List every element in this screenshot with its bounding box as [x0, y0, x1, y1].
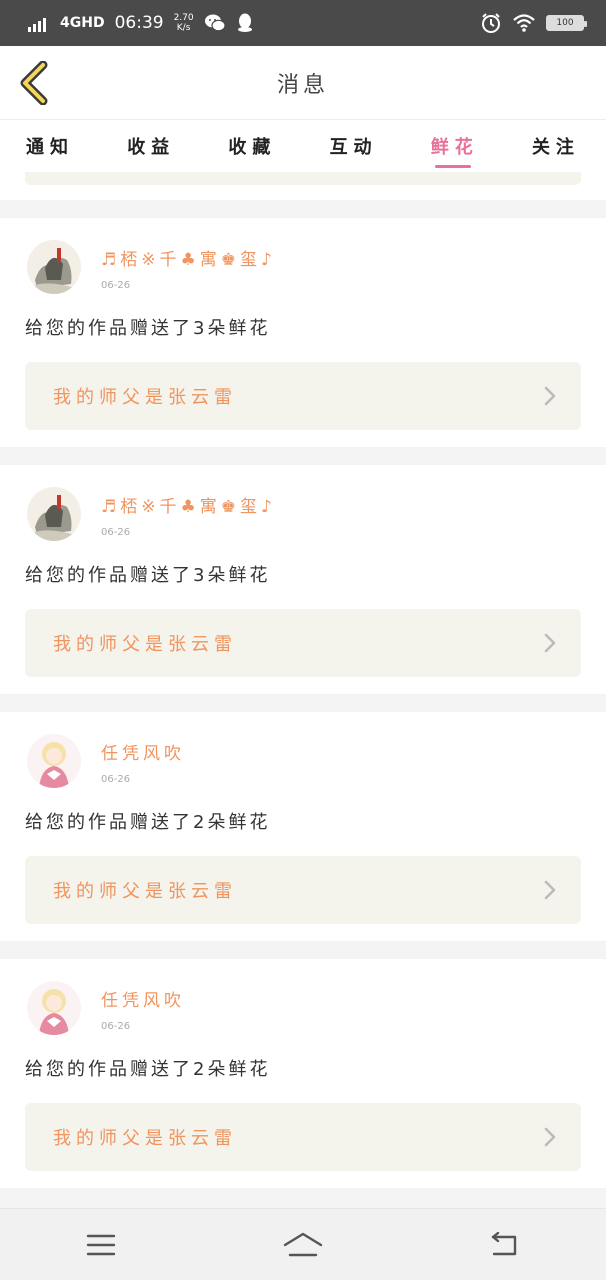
- user-row: 任凭风吹 06-26: [25, 734, 581, 794]
- chevron-right-icon: [543, 385, 557, 407]
- chevron-right-icon: [543, 879, 557, 901]
- user-row: ♬桮※千♣寓♚玺♪ 06-26: [25, 240, 581, 300]
- back-button[interactable]: [14, 60, 54, 106]
- tab-notifications[interactable]: 通知: [26, 120, 74, 172]
- work-link[interactable]: 我的师父是张云雷: [25, 362, 581, 430]
- list-item: ♬桮※千♣寓♚玺♪ 06-26 给您的作品赠送了3朵鲜花 我的师父是张云雷: [0, 218, 606, 447]
- work-link[interactable]: 我的师父是张云雷: [25, 609, 581, 677]
- status-bar-left: 4GHD 06:39 2.70 K/s: [26, 12, 254, 34]
- message-date: 06-26: [101, 280, 131, 291]
- gift-message: 给您的作品赠送了3朵鲜花: [25, 565, 271, 586]
- tab-interactions[interactable]: 互动: [330, 120, 378, 172]
- user-meta: ♬桮※千♣寓♚玺♪ 06-26: [101, 240, 276, 291]
- work-title: 我的师父是张云雷: [53, 634, 237, 655]
- chevron-left-icon: [20, 61, 48, 105]
- username[interactable]: 任凭风吹: [101, 986, 185, 1011]
- avatar[interactable]: [27, 240, 81, 294]
- home-icon: [283, 1232, 323, 1256]
- user-meta: 任凭风吹 06-26: [101, 981, 185, 1032]
- menu-icon: [86, 1234, 116, 1255]
- username[interactable]: ♬桮※千♣寓♚玺♪: [101, 492, 276, 517]
- wifi-icon: [512, 13, 536, 33]
- qq-icon: [236, 13, 254, 33]
- battery-level: 100: [556, 18, 574, 28]
- message-date: 06-26: [101, 1021, 131, 1032]
- chevron-right-icon: [543, 632, 557, 654]
- network-type: 4GHD: [60, 15, 105, 31]
- system-nav-bar: [0, 1208, 606, 1280]
- network-speed-value: 2.70: [173, 13, 194, 23]
- message-date: 06-26: [101, 774, 131, 785]
- battery-icon: 100: [546, 15, 587, 31]
- work-title: 我的师父是张云雷: [53, 387, 237, 408]
- app-header: 消息: [0, 46, 606, 120]
- tab-following[interactable]: 关注: [532, 120, 580, 172]
- network-speed: 2.70 K/s: [174, 13, 194, 33]
- user-row: ♬桮※千♣寓♚玺♪ 06-26: [25, 487, 581, 547]
- signal-icon: [26, 12, 50, 34]
- work-title: 我的师父是张云雷: [53, 1128, 237, 1149]
- work-link[interactable]: 我的师父是张云雷: [25, 1103, 581, 1171]
- back-nav-icon: [491, 1231, 517, 1255]
- tab-favorites[interactable]: 收藏: [228, 120, 276, 172]
- user-meta: 任凭风吹 06-26: [101, 734, 185, 785]
- avatar[interactable]: [27, 487, 81, 541]
- page-title: 消息: [276, 72, 329, 98]
- gift-message: 给您的作品赠送了3朵鲜花: [25, 318, 271, 339]
- avatar[interactable]: [27, 981, 81, 1035]
- chevron-right-icon: [543, 1126, 557, 1148]
- alarm-icon: [480, 12, 502, 34]
- status-bar: 4GHD 06:39 2.70 K/s 100: [0, 0, 606, 46]
- user-meta: ♬桮※千♣寓♚玺♪ 06-26: [101, 487, 276, 538]
- message-list[interactable]: ♬桮※千♣寓♚玺♪ 06-26 给您的作品赠送了3朵鲜花 我的师父是张云雷 ♬桮…: [0, 172, 606, 1208]
- home-button[interactable]: [273, 1220, 333, 1270]
- gift-message: 给您的作品赠送了2朵鲜花: [25, 812, 271, 833]
- username[interactable]: 任凭风吹: [101, 739, 185, 764]
- tab-bar: 通知 收益 收藏 互动 鲜花 关注: [0, 120, 606, 172]
- tab-flowers[interactable]: 鲜花: [431, 120, 479, 172]
- menu-button[interactable]: [71, 1220, 131, 1270]
- tab-earnings[interactable]: 收益: [127, 120, 175, 172]
- list-item: ♬桮※千♣寓♚玺♪ 06-26 给您的作品赠送了3朵鲜花 我的师父是张云雷: [0, 465, 606, 694]
- clock: 06:39: [114, 13, 164, 33]
- network-speed-unit: K/s: [176, 23, 191, 33]
- work-link-partial[interactable]: [25, 172, 581, 185]
- username[interactable]: ♬桮※千♣寓♚玺♪: [101, 245, 276, 270]
- gift-message: 给您的作品赠送了2朵鲜花: [25, 1059, 271, 1080]
- list-item: 任凭风吹 06-26 给您的作品赠送了2朵鲜花 我的师父是张云雷: [0, 712, 606, 941]
- list-item-partial: [0, 172, 606, 200]
- work-link[interactable]: 我的师父是张云雷: [25, 856, 581, 924]
- work-title: 我的师父是张云雷: [53, 881, 237, 902]
- user-row: 任凭风吹 06-26: [25, 981, 581, 1041]
- wechat-icon: [204, 13, 226, 33]
- back-nav-button[interactable]: [475, 1220, 535, 1270]
- message-date: 06-26: [101, 527, 131, 538]
- list-item: 任凭风吹 06-26 给您的作品赠送了2朵鲜花 我的师父是张云雷: [0, 959, 606, 1188]
- status-bar-right: 100: [480, 12, 587, 34]
- avatar[interactable]: [27, 734, 81, 788]
